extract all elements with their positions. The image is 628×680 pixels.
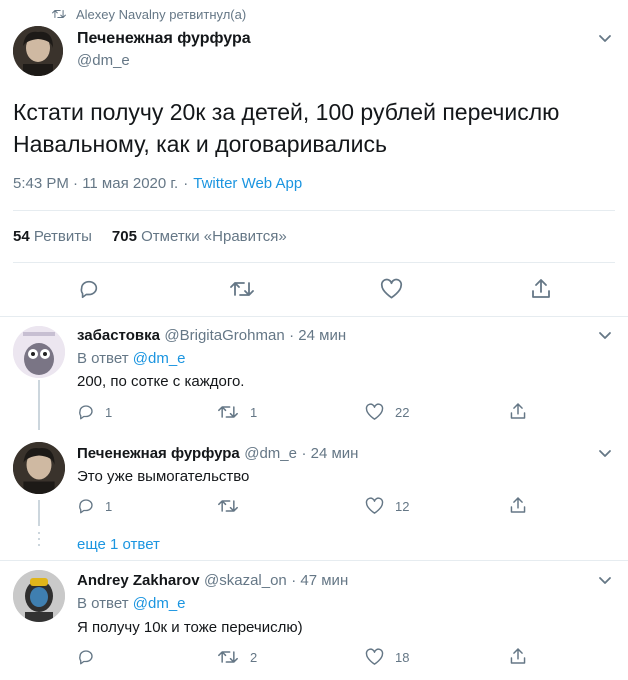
author-name[interactable]: Печенежная фурфура bbox=[77, 30, 251, 48]
divider bbox=[0, 560, 628, 561]
reply-context: В ответ @dm_e bbox=[77, 350, 186, 367]
avatar[interactable] bbox=[13, 570, 65, 622]
reply-time[interactable]: · 24 мин bbox=[301, 445, 358, 462]
like-count: 18 bbox=[395, 650, 410, 665]
thread-dot bbox=[38, 538, 40, 540]
like-icon[interactable] bbox=[365, 497, 384, 515]
reply-text: Я получу 10к и тоже перечислю) bbox=[77, 619, 303, 636]
thread-dot bbox=[38, 532, 40, 534]
reply-icon[interactable] bbox=[77, 403, 95, 421]
retweet-banner[interactable]: Alexey Navalny ретвитнул(а) bbox=[52, 6, 246, 22]
tweet-source-link[interactable]: Twitter Web App bbox=[193, 175, 302, 192]
thread-line bbox=[38, 380, 40, 430]
retweet-banner-text: Alexey Navalny ретвитнул(а) bbox=[76, 6, 247, 22]
share-icon[interactable] bbox=[509, 401, 527, 421]
reply-header: Andrey Zakharov @skazal_on · 47 мин bbox=[77, 572, 348, 590]
reply-text: 200, по сотке с каждого. bbox=[77, 373, 245, 390]
reply-to-handle[interactable]: @dm_e bbox=[133, 350, 186, 367]
avatar[interactable] bbox=[13, 326, 65, 378]
divider bbox=[13, 262, 615, 263]
reply-context: В ответ @dm_e bbox=[77, 595, 186, 612]
share-icon[interactable] bbox=[509, 495, 527, 515]
retweet-icon[interactable] bbox=[218, 648, 238, 666]
reply-icon[interactable] bbox=[77, 497, 95, 515]
retweet-count: 2 bbox=[250, 650, 258, 665]
reply-author-name[interactable]: забастовка bbox=[77, 327, 160, 344]
likes-count: 705 bbox=[111, 228, 137, 245]
thread-dot bbox=[38, 544, 40, 546]
reply-author-handle[interactable]: @dm_e bbox=[244, 445, 297, 462]
retweet-icon bbox=[52, 9, 66, 19]
reply-icon[interactable] bbox=[78, 278, 100, 300]
reply-text: Это уже вымогательство bbox=[77, 468, 250, 485]
main-action-bar bbox=[0, 276, 628, 302]
avatar[interactable] bbox=[13, 442, 65, 494]
like-icon[interactable] bbox=[380, 278, 403, 300]
retweets-count: 54 bbox=[13, 228, 30, 245]
reply-icon[interactable] bbox=[77, 648, 95, 666]
reply-time[interactable]: · 24 мин bbox=[289, 327, 346, 344]
divider bbox=[0, 316, 628, 317]
tweet-meta: 5:43 PM · 11 мая 2020 г. · Twitter Web A… bbox=[13, 175, 302, 192]
reply-author-name[interactable]: Печенежная фурфура bbox=[77, 445, 240, 462]
tweet-text-line: Навальному, как и договаривались bbox=[13, 131, 387, 157]
reply-count: 1 bbox=[105, 499, 113, 514]
retweet-icon[interactable] bbox=[218, 497, 238, 515]
show-more-replies-link[interactable]: еще 1 ответ bbox=[77, 536, 160, 553]
reply-to-handle[interactable]: @dm_e bbox=[133, 595, 186, 612]
reply-to-label: В ответ bbox=[77, 595, 129, 612]
like-count: 12 bbox=[395, 499, 410, 514]
reply-author-handle[interactable]: @skazal_on bbox=[204, 572, 287, 589]
tweet-text-line: Кстати получу 20к за детей, 100 рублей п… bbox=[13, 99, 560, 125]
reply-author-name[interactable]: Andrey Zakharov bbox=[77, 572, 200, 589]
divider bbox=[13, 210, 615, 211]
retweet-count: 1 bbox=[250, 405, 258, 420]
author-handle[interactable]: @dm_e bbox=[77, 52, 130, 69]
reply-header: Печенежная фурфура @dm_e · 24 мин bbox=[77, 445, 358, 463]
like-icon[interactable] bbox=[365, 648, 384, 666]
chevron-down-icon[interactable] bbox=[597, 34, 613, 44]
like-icon[interactable] bbox=[365, 403, 384, 421]
retweet-icon[interactable] bbox=[218, 403, 238, 421]
meta-separator: · bbox=[183, 175, 189, 192]
chevron-down-icon[interactable] bbox=[597, 449, 613, 459]
reply-count: 1 bbox=[105, 405, 113, 420]
reply-author-handle[interactable]: @BrigitaGrohman bbox=[164, 327, 284, 344]
tweet-stats: 54 Ретвиты 705 Отметки «Нравится» bbox=[13, 228, 287, 245]
retweet-icon[interactable] bbox=[230, 278, 254, 300]
chevron-down-icon[interactable] bbox=[597, 331, 613, 341]
like-count: 22 bbox=[395, 405, 410, 420]
thread-line bbox=[38, 500, 40, 526]
likes-label: Отметки «Нравится» bbox=[141, 228, 287, 245]
retweets-stat[interactable]: 54 Ретвиты bbox=[13, 228, 92, 245]
tweet-timestamp[interactable]: 5:43 PM · 11 мая 2020 г. bbox=[13, 175, 178, 192]
reply-to-label: В ответ bbox=[77, 350, 129, 367]
tweet-text: Кстати получу 20к за детей, 100 рублей п… bbox=[13, 96, 559, 160]
share-icon[interactable] bbox=[530, 277, 552, 300]
retweets-label: Ретвиты bbox=[33, 228, 92, 245]
likes-stat[interactable]: 705 Отметки «Нравится» bbox=[112, 228, 287, 245]
share-icon[interactable] bbox=[509, 646, 527, 666]
reply-time[interactable]: · 47 мин bbox=[291, 572, 348, 589]
avatar[interactable] bbox=[13, 26, 63, 76]
reply-header: забастовка @BrigitaGrohman · 24 мин bbox=[77, 327, 346, 345]
chevron-down-icon[interactable] bbox=[597, 576, 613, 586]
